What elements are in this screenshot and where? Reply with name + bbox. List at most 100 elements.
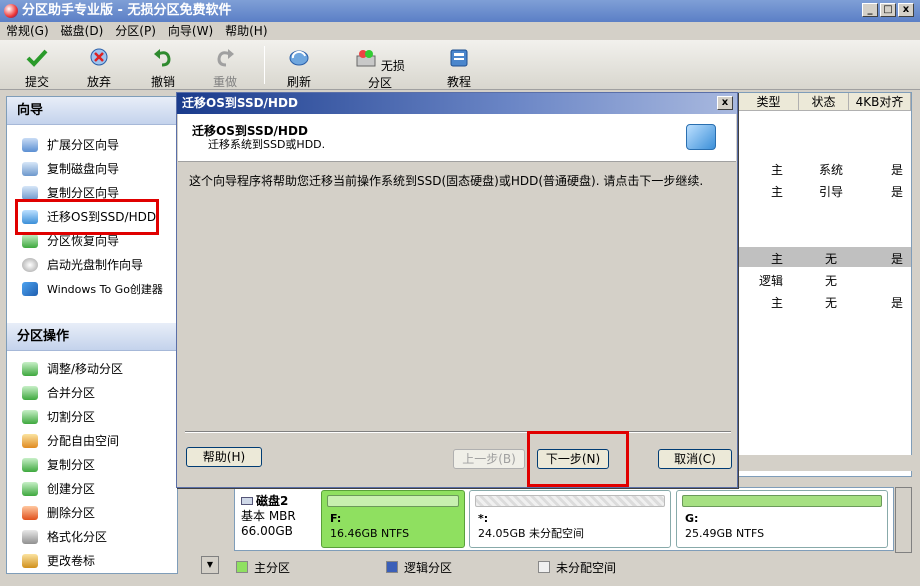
redo-label: 重做 <box>212 75 237 89</box>
app-title: 分区助手专业版 - 无损分区免费软件 <box>22 3 232 18</box>
discard-label: 放弃 <box>86 75 111 89</box>
cancel-button[interactable]: 取消(C) <box>658 449 732 469</box>
cell-status: 系统 <box>818 163 843 177</box>
dialog-close-button[interactable]: x <box>717 96 733 110</box>
op-resize-move[interactable]: 调整/移动分区 <box>7 357 177 381</box>
disk-map: 磁盘2 基本 MBR 66.00GB F: 16.46GB NTFS *: 24… <box>234 487 894 551</box>
create-partition-icon <box>22 482 38 496</box>
op-merge[interactable]: 合并分区 <box>7 381 177 405</box>
partition-f[interactable]: F: 16.46GB NTFS <box>321 490 465 548</box>
cell-status: 无 <box>824 296 837 310</box>
checkmark-icon <box>26 49 48 67</box>
cell-type: 主 <box>770 185 783 199</box>
cell-4kb: 是 <box>890 185 903 199</box>
split-icon <box>22 410 38 424</box>
op-split[interactable]: 切割分区 <box>7 405 177 429</box>
op-copy-partition[interactable]: 复制分区 <box>7 453 177 477</box>
app-title-bar: 分区助手专业版 - 无损分区免费软件 _ □ x <box>0 0 920 22</box>
op-allocate-space[interactable]: 分配自由空间 <box>7 429 177 453</box>
dialog-header: 迁移OS到SSD/HDD 迁移系统到SSD或HDD. <box>178 114 736 162</box>
wizard-item-label: Windows To Go创建器 <box>47 283 163 296</box>
op-format-partition[interactable]: 格式化分区 <box>7 525 177 549</box>
cell-type: 主 <box>770 252 783 266</box>
dialog-separator <box>185 431 731 433</box>
dialog-title-bar: 迁移OS到SSD/HDD x <box>177 93 737 114</box>
highlight-box-next <box>527 431 629 487</box>
discard-icon <box>90 48 108 66</box>
maximize-button[interactable]: □ <box>880 3 896 17</box>
wizard-item-label: 启动光盘制作向导 <box>47 258 144 272</box>
commit-button[interactable]: 提交 <box>22 48 52 90</box>
partition-g[interactable]: G: 25.49GB NTFS <box>676 490 888 548</box>
op-change-label[interactable]: 更改卷标 <box>7 549 177 573</box>
op-label: 复制分区 <box>47 458 96 472</box>
legend-logical-label: 逻辑分区 <box>404 560 453 575</box>
col-header-4kb[interactable]: 4KB对齐 <box>849 93 911 111</box>
menu-bar: 常规(G) 磁盘(D) 分区(P) 向导(W) 帮助(H) <box>0 22 920 40</box>
tutorial-icon <box>450 49 468 67</box>
menu-general[interactable]: 常规(G) <box>6 22 49 40</box>
col-header-type[interactable]: 类型 <box>739 93 799 111</box>
partition-recovery-icon <box>22 234 38 248</box>
windows-to-go-icon <box>22 282 38 296</box>
wizard-item-bootable-cd[interactable]: 启动光盘制作向导 <box>7 253 177 277</box>
menu-wizard[interactable]: 向导(W) <box>168 22 213 40</box>
partition-detail: 24.05GB 未分配空间 <box>478 527 585 540</box>
op-label: 删除分区 <box>47 506 96 520</box>
wizard-item-copy-disk[interactable]: 复制磁盘向导 <box>7 157 177 181</box>
refresh-label: 刷新 <box>286 75 311 89</box>
tutorial-button[interactable]: 教程 <box>444 48 474 90</box>
toolbar: 提交 放弃 撤销 重做 刷新 无损分区 教程 <box>0 40 920 90</box>
copy-disk-icon <box>22 162 38 176</box>
wizard-panel-title: 向导 <box>7 97 177 125</box>
undo-button[interactable]: 撤销 <box>148 48 178 90</box>
op-label: 分配自由空间 <box>47 434 120 448</box>
menu-help[interactable]: 帮助(H) <box>225 22 267 40</box>
cell-status: 引导 <box>818 185 843 199</box>
refresh-button[interactable]: 刷新 <box>284 48 314 90</box>
lossless-partition-button[interactable]: 无损分区 <box>354 48 406 91</box>
tutorial-label: 教程 <box>446 75 471 89</box>
minimize-button[interactable]: _ <box>862 3 878 17</box>
disk-info[interactable]: 磁盘2 基本 MBR 66.00GB <box>241 494 317 539</box>
cell-4kb: 是 <box>890 163 903 177</box>
dialog-title: 迁移OS到SSD/HDD <box>182 96 298 110</box>
cell-status: 无 <box>824 252 837 266</box>
legend-logical: 逻辑分区 <box>386 559 452 576</box>
disk-name: 磁盘2 <box>256 494 289 508</box>
disk-size: 66.00GB <box>241 524 293 538</box>
cell-type: 逻辑 <box>758 274 783 288</box>
usage-bar <box>327 495 459 507</box>
wizard-item-label: 扩展分区向导 <box>47 138 120 152</box>
app-logo-icon <box>4 4 18 18</box>
partition-table: 类型 状态 4KB对齐 主 系统 是 主 引导 是 主 无 是 逻辑 无 主 无… <box>738 92 912 477</box>
redo-button[interactable]: 重做 <box>210 48 240 90</box>
disk-icon <box>241 497 253 505</box>
menu-partition[interactable]: 分区(P) <box>115 22 156 40</box>
logical-swatch <box>386 561 398 573</box>
op-label: 切割分区 <box>47 410 96 424</box>
close-button[interactable]: x <box>898 3 914 17</box>
back-button[interactable]: 上一步(B) <box>453 449 525 469</box>
op-create-partition[interactable]: 创建分区 <box>7 477 177 501</box>
partition-unallocated[interactable]: *: 24.05GB 未分配空间 <box>469 490 671 548</box>
discard-button[interactable]: 放弃 <box>84 48 114 90</box>
help-button[interactable]: 帮助(H) <box>186 447 262 467</box>
op-delete-partition[interactable]: 删除分区 <box>7 501 177 525</box>
table-horizontal-scrollbar[interactable] <box>738 455 912 471</box>
copy-partition-icon <box>22 186 38 200</box>
wizard-item-windows-to-go[interactable]: Windows To Go创建器 <box>7 277 177 301</box>
partition-detail: 16.46GB NTFS <box>330 527 410 540</box>
op-label: 格式化分区 <box>47 530 108 544</box>
sidebar-scroll-down[interactable]: ▼ <box>201 556 219 574</box>
partition-label: *: <box>478 512 489 525</box>
wizard-item-extend[interactable]: 扩展分区向导 <box>7 133 177 157</box>
migrate-os-dialog: 迁移OS到SSD/HDD x 迁移OS到SSD/HDD 迁移系统到SSD或HDD… <box>176 92 738 488</box>
op-label: 调整/移动分区 <box>47 362 124 376</box>
disk-vertical-scrollbar[interactable] <box>895 487 912 553</box>
menu-disk[interactable]: 磁盘(D) <box>61 22 104 40</box>
partition-label: G: <box>685 512 699 525</box>
undo-icon <box>154 49 171 67</box>
col-header-status[interactable]: 状态 <box>799 93 849 111</box>
wizard-item-label: 复制磁盘向导 <box>47 162 120 176</box>
